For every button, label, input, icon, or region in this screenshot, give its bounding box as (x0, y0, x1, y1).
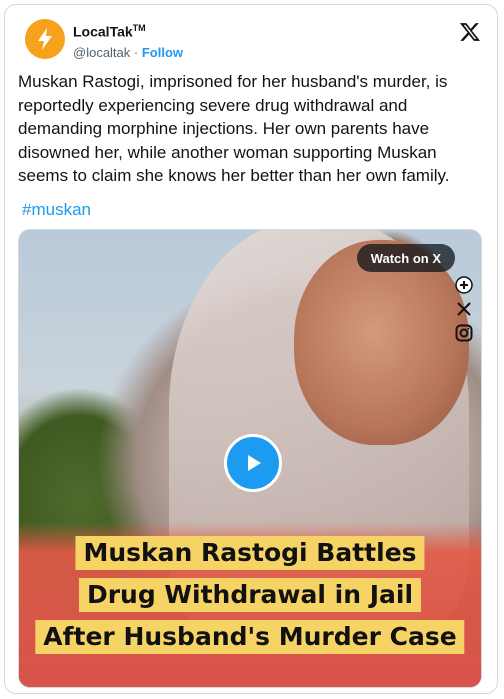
tweet-text: Muskan Rastogi, imprisoned for her husba… (18, 72, 450, 185)
instagram-icon[interactable] (455, 324, 473, 342)
play-icon (248, 455, 261, 471)
x-logo-icon[interactable] (459, 21, 481, 43)
avatar[interactable] (25, 19, 65, 59)
caption-line-3: After Husband's Murder Case (35, 620, 465, 654)
hashtag-link[interactable]: #muskan (22, 200, 91, 220)
trademark: TM (132, 23, 146, 33)
caption-line-1: Muskan Rastogi Battles (75, 536, 425, 570)
video-media[interactable]: Watch on X Muskan Rastogi Battles Drug W… (18, 229, 482, 688)
watch-on-x-button[interactable]: Watch on X (356, 244, 455, 272)
video-side-icons (455, 276, 473, 342)
play-button[interactable] (224, 434, 282, 492)
separator: · (130, 45, 142, 60)
follow-button[interactable]: Follow (142, 45, 183, 60)
lightning-logo-icon (31, 25, 59, 53)
handle-row: @localtak · Follow (73, 45, 183, 60)
thread-icon[interactable] (455, 276, 473, 294)
x-logo-small-icon[interactable] (455, 300, 473, 318)
account-handle[interactable]: @localtak (73, 45, 130, 60)
caption-band: Muskan Rastogi Battles Drug Withdrawal i… (19, 522, 481, 687)
caption-line-2: Drug Withdrawal in Jail (78, 578, 422, 612)
account-name[interactable]: LocalTakTM (73, 23, 146, 40)
